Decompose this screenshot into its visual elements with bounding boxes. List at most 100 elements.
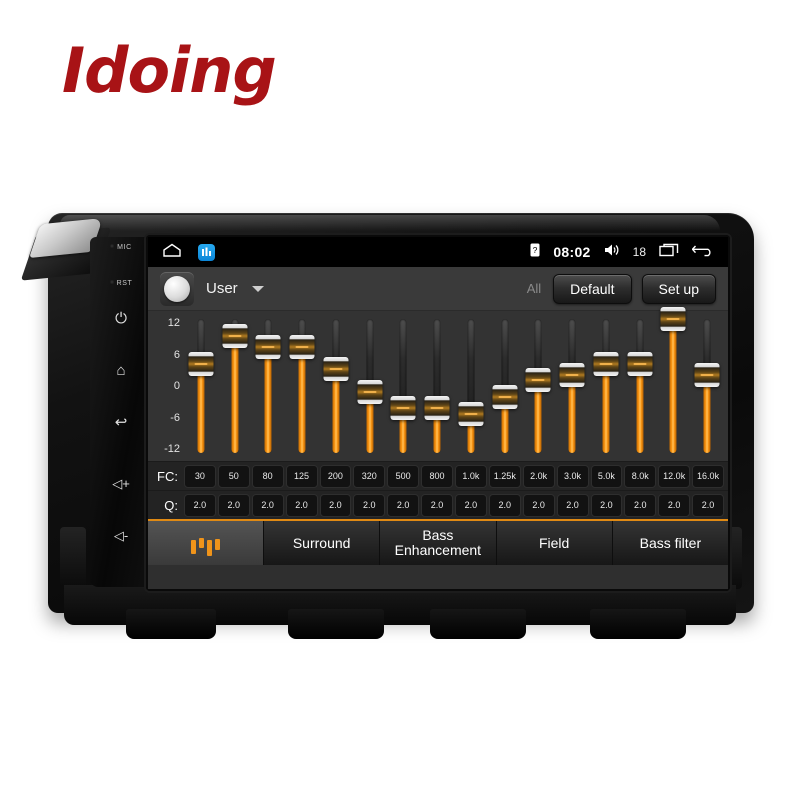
fc-cell[interactable]: 12.0k <box>658 464 691 488</box>
rotary-knob[interactable] <box>160 271 194 306</box>
eq-slider-thumb[interactable] <box>694 362 720 387</box>
q-cell[interactable]: 2.0 <box>624 493 657 517</box>
all-label[interactable]: All <box>527 281 541 296</box>
volume-up-button[interactable]: ◁+ <box>90 477 152 491</box>
q-cell[interactable]: 2.0 <box>353 493 386 517</box>
eq-slider-track[interactable] <box>636 319 644 453</box>
q-cell[interactable]: 2.0 <box>590 493 623 517</box>
eq-band[interactable] <box>623 311 657 461</box>
eq-band[interactable] <box>184 311 218 461</box>
eq-slider-thumb[interactable] <box>357 379 383 404</box>
fc-cell[interactable]: 5.0k <box>590 464 623 488</box>
q-cell[interactable]: 2.0 <box>488 493 521 517</box>
fc-cell[interactable]: 16.0k <box>692 464 724 488</box>
fc-cell[interactable]: 320 <box>353 464 386 488</box>
q-cell[interactable]: 2.0 <box>522 493 555 517</box>
reset-hole-icon <box>109 280 114 285</box>
fc-cell[interactable]: 500 <box>387 464 420 488</box>
fc-cell[interactable]: 1.25k <box>488 464 521 488</box>
equalizer-icon-bar <box>207 532 212 564</box>
eq-slider-thumb[interactable] <box>188 351 214 376</box>
q-cell[interactable]: 2.0 <box>217 493 250 517</box>
eq-slider-thumb[interactable] <box>323 357 349 382</box>
recent-apps-icon[interactable] <box>659 243 679 262</box>
equalizer-app-icon[interactable] <box>198 243 215 261</box>
eq-band[interactable] <box>420 311 454 461</box>
eq-slider-track[interactable] <box>467 319 475 453</box>
fc-cell[interactable]: 80 <box>251 464 284 488</box>
eq-slider-thumb[interactable] <box>627 351 653 376</box>
eq-band[interactable] <box>690 311 724 461</box>
eq-slider-thumb[interactable] <box>660 307 686 331</box>
eq-band[interactable] <box>285 311 319 461</box>
preset-selector[interactable]: User <box>206 280 264 297</box>
eq-slider-thumb[interactable] <box>492 385 518 410</box>
q-cell[interactable]: 2.0 <box>251 493 284 517</box>
q-cell[interactable]: 2.0 <box>421 493 453 517</box>
eq-slider-track[interactable] <box>433 319 441 453</box>
fc-cell[interactable]: 2.0k <box>522 464 555 488</box>
eq-band[interactable] <box>555 311 589 461</box>
fc-cell[interactable]: 200 <box>319 464 352 488</box>
fc-cell[interactable]: 8.0k <box>624 464 657 488</box>
tab-label: Surround <box>292 534 351 551</box>
eq-slider-track[interactable] <box>332 319 340 453</box>
fc-cell[interactable]: 1.0k <box>455 464 487 488</box>
tab-field[interactable]: Field <box>496 521 613 565</box>
tab-bass-filter[interactable]: Bass filter <box>612 521 728 565</box>
screen-bezel: ? 08:02 18 User All Default Set up 12 6 … <box>146 235 730 591</box>
fc-cell[interactable]: 3.0k <box>556 464 589 488</box>
clock: 08:02 <box>553 244 591 260</box>
eq-slider-thumb[interactable] <box>593 351 619 376</box>
fc-cell[interactable]: 125 <box>285 464 318 488</box>
eq-band[interactable] <box>589 311 623 461</box>
home-button[interactable]: ⌂ <box>90 363 152 378</box>
eq-slider-thumb[interactable] <box>255 334 281 359</box>
q-cell[interactable]: 2.0 <box>319 493 352 517</box>
eq-band[interactable] <box>488 311 522 461</box>
tab-surround[interactable]: Surround <box>264 521 381 565</box>
eq-band[interactable] <box>319 311 353 461</box>
eq-slider-thumb[interactable] <box>289 334 315 359</box>
power-button[interactable]: ⏻ <box>90 311 152 326</box>
fc-cell[interactable]: 50 <box>217 464 250 488</box>
reset-button[interactable]: RST <box>90 277 152 288</box>
mic-hole-icon <box>110 244 115 249</box>
eq-band[interactable] <box>353 311 387 461</box>
eq-slider-track[interactable] <box>197 319 205 453</box>
default-button[interactable]: Default <box>553 273 632 304</box>
eq-slider-thumb[interactable] <box>559 362 585 387</box>
volume-down-button[interactable]: ◁- <box>90 529 152 543</box>
eq-band[interactable] <box>657 307 691 461</box>
back-button[interactable]: ↩ <box>90 415 152 430</box>
tab-bass-enhancement[interactable]: Bass Enhancement <box>380 521 497 565</box>
q-cell[interactable]: 2.0 <box>556 493 589 517</box>
fc-cell[interactable]: 30 <box>184 464 216 488</box>
q-cell[interactable]: 2.0 <box>692 493 724 517</box>
back-arrow-icon[interactable] <box>691 243 714 262</box>
eq-slider-track[interactable] <box>399 319 407 453</box>
eq-band[interactable] <box>252 311 286 461</box>
eq-slider-thumb[interactable] <box>525 368 551 393</box>
fc-cell[interactable]: 800 <box>421 464 453 488</box>
q-cell[interactable]: 2.0 <box>285 493 318 517</box>
eq-band[interactable] <box>522 311 556 461</box>
tab-equalizer[interactable] <box>148 521 264 565</box>
eq-band[interactable] <box>387 311 421 461</box>
eq-slider-thumb[interactable] <box>458 401 484 426</box>
setup-button[interactable]: Set up <box>641 273 716 304</box>
q-cell[interactable]: 2.0 <box>387 493 420 517</box>
q-cell[interactable]: 2.0 <box>184 493 216 517</box>
q-cell[interactable]: 2.0 <box>455 493 487 517</box>
eq-slider-track[interactable] <box>602 319 610 453</box>
q-cell[interactable]: 2.0 <box>658 493 691 517</box>
tab-label: Field <box>538 534 570 551</box>
home-icon[interactable] <box>162 243 182 262</box>
eq-band-list <box>184 307 728 461</box>
eq-band[interactable] <box>454 311 488 461</box>
eq-band[interactable] <box>218 311 252 461</box>
eq-slider-thumb[interactable] <box>424 396 450 421</box>
eq-slider-thumb[interactable] <box>390 396 416 421</box>
eq-slider-thumb[interactable] <box>222 323 248 348</box>
eq-slider-track[interactable] <box>669 319 677 453</box>
